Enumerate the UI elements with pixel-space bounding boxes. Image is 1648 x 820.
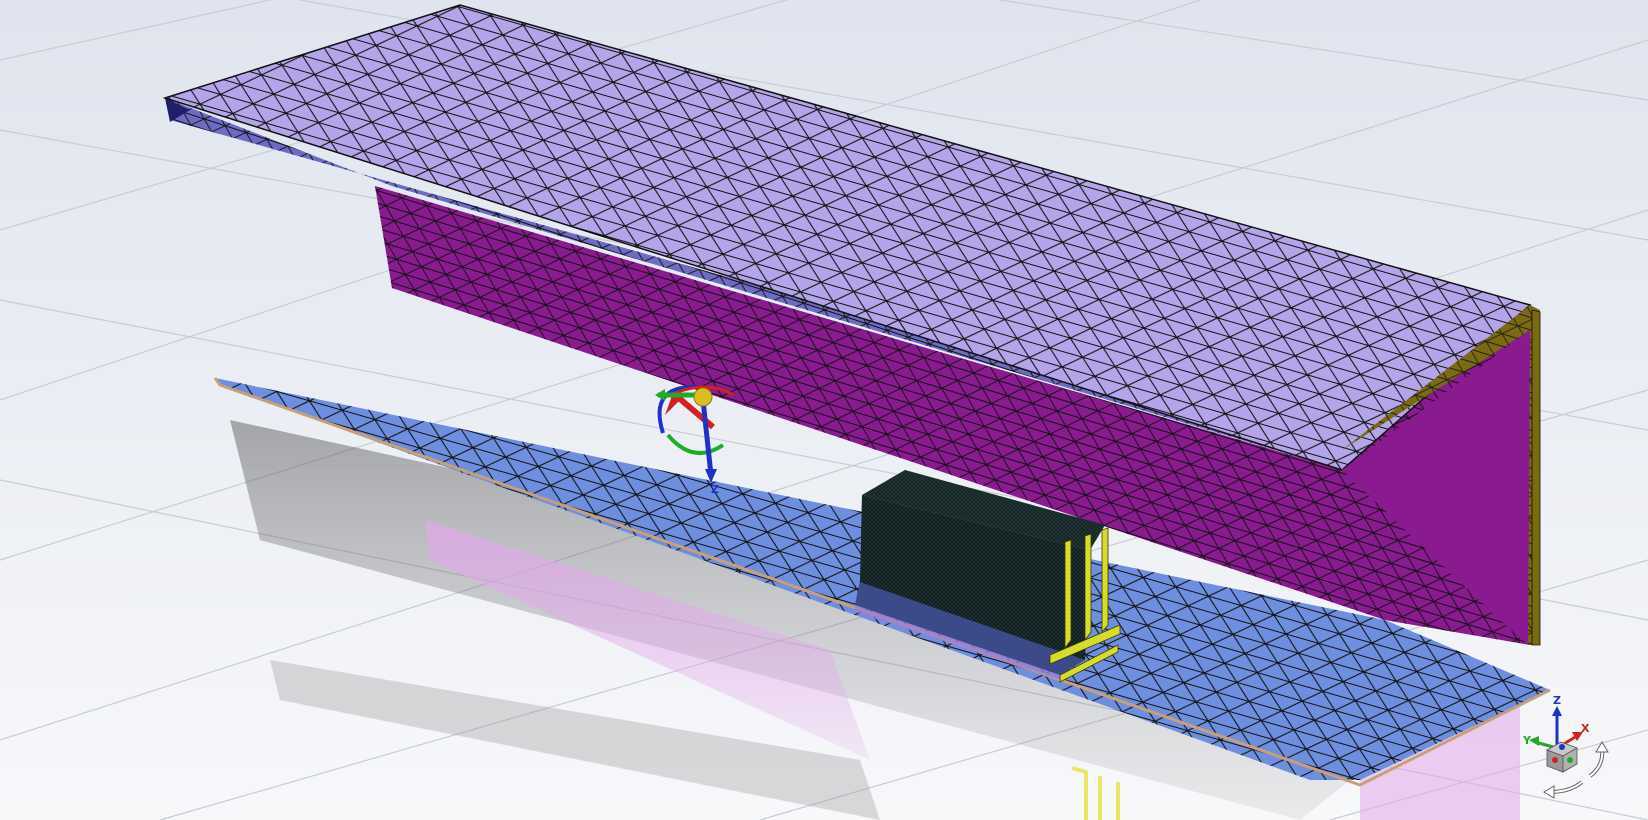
triad-y-label: Y — [1522, 734, 1532, 747]
manipulator-z-label: Z — [711, 483, 719, 496]
triad-x-label: X — [1581, 722, 1590, 735]
graphics-viewport[interactable]: Z Z X Y — [0, 0, 1648, 820]
triad-z-label: Z — [1553, 694, 1561, 707]
